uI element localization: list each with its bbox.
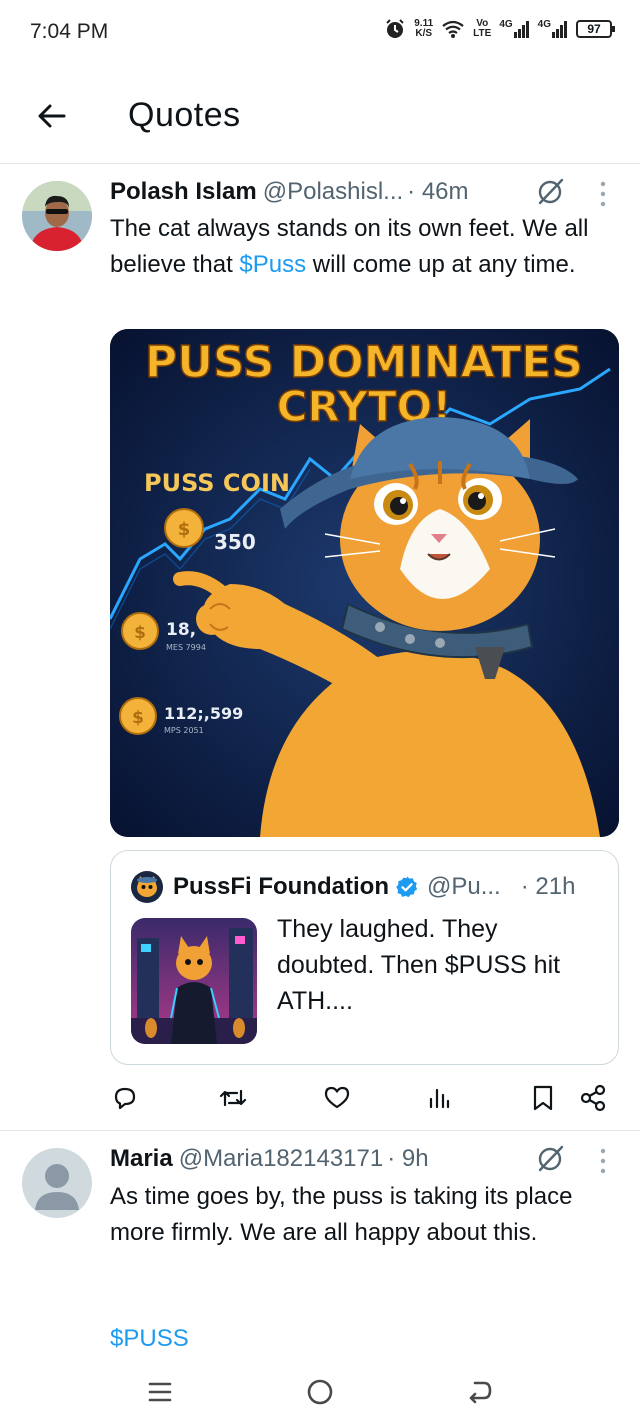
- tweet-text: As time goes by, the puss is taking its …: [110, 1183, 573, 1246]
- tweet-header: Polash Islam @Polashisl... · 46m: [110, 178, 469, 206]
- recent-apps-button[interactable]: [140, 1372, 180, 1412]
- meme-image: PUSS DOMINATES CRYTO! PUSS COIN $ 350 $ …: [110, 329, 619, 837]
- tweet-timestamp[interactable]: · 9h: [387, 1145, 428, 1173]
- reply-button[interactable]: [110, 1080, 140, 1116]
- home-button[interactable]: [300, 1372, 340, 1412]
- author-name[interactable]: Polash Islam: [110, 178, 257, 206]
- alarm-icon: [386, 19, 404, 38]
- back-arrow-icon: [38, 104, 66, 128]
- views-icon: [429, 1088, 450, 1109]
- home-icon: [307, 1379, 333, 1405]
- net-speed: 9.11 K/S: [414, 18, 434, 39]
- status-icons: 9.11 K/S Vo LTE 4G 4G 97: [384, 18, 615, 40]
- quoted-avatar[interactable]: [131, 871, 163, 903]
- back-nav-button[interactable]: [460, 1372, 500, 1412]
- author-name[interactable]: Maria: [110, 1145, 173, 1173]
- retweet-button[interactable]: [218, 1080, 248, 1116]
- verified-icon: [396, 876, 418, 898]
- back-button[interactable]: [32, 96, 72, 136]
- like-icon: [324, 1086, 350, 1109]
- sim1-signal: 4G: [499, 20, 529, 38]
- status-bar: 7:04 PM 9.11 K/S Vo LTE 4G 4G 97: [0, 0, 640, 64]
- bookmark-icon: [533, 1085, 553, 1111]
- svg-text:$: $: [132, 708, 144, 728]
- volte-indicator: Vo LTE: [473, 18, 492, 39]
- tweet-media-image[interactable]: PUSS DOMINATES CRYTO! PUSS COIN $ 350 $ …: [110, 329, 619, 837]
- tweet-actions: [110, 1080, 620, 1116]
- svg-text:$: $: [178, 519, 191, 540]
- more-icon[interactable]: [598, 1146, 608, 1176]
- value-c-sub: MPS 2051: [164, 726, 204, 735]
- grok-icon[interactable]: [535, 177, 565, 207]
- tweet-text: The cat always stands on its own feet. W…: [110, 215, 589, 278]
- wifi-icon: [442, 20, 464, 38]
- sim2-signal: 4G: [538, 20, 568, 38]
- cashtag-link[interactable]: $Puss: [239, 251, 306, 278]
- default-avatar-icon: [22, 1148, 92, 1218]
- headline-line1: PUSS DOMINATES: [145, 337, 583, 388]
- quoted-avatar-image: [131, 871, 163, 903]
- signal-icon: [513, 21, 529, 38]
- bookmark-button[interactable]: [528, 1080, 558, 1116]
- share-icon: [580, 1084, 606, 1112]
- quoted-tweet-header: PussFi Foundation @Pu... · 21h: [131, 871, 575, 903]
- svg-text:$: $: [134, 623, 146, 643]
- more-icon[interactable]: [598, 179, 608, 209]
- like-button[interactable]: [322, 1080, 352, 1116]
- author-handle[interactable]: @Maria182143171: [179, 1145, 384, 1173]
- status-time: 7:04 PM: [30, 20, 109, 43]
- battery-icon: 97: [576, 20, 615, 38]
- tweet[interactable]: Maria @Maria182143171 · 9h As time goes …: [0, 1131, 640, 1362]
- reply-icon: [114, 1087, 136, 1110]
- quoted-author-name[interactable]: PussFi Foundation: [173, 873, 389, 901]
- quoted-media-thumbnail[interactable]: [131, 918, 257, 1044]
- quoted-thumbnail-image: [131, 918, 257, 1044]
- system-nav-bar: [0, 1362, 640, 1422]
- quoted-tweet-text: They laughed. They doubted. Then $PUSS h…: [277, 915, 561, 1015]
- views-button[interactable]: [424, 1080, 454, 1116]
- quoted-author-handle[interactable]: @Pu...: [427, 873, 501, 901]
- share-button[interactable]: [578, 1080, 608, 1116]
- quoted-timestamp[interactable]: · 21h: [521, 873, 576, 901]
- value-b: 18,: [166, 620, 196, 640]
- avatar[interactable]: [22, 181, 92, 251]
- author-handle[interactable]: @Polashisl...: [263, 178, 403, 206]
- cashtag-link[interactable]: $PUSS: [110, 1321, 620, 1357]
- page-title: Quotes: [128, 96, 241, 134]
- grok-icon[interactable]: [535, 1144, 565, 1174]
- quoted-tweet[interactable]: PussFi Foundation @Pu... · 21h They laug…: [110, 850, 619, 1065]
- recent-apps-icon: [148, 1382, 172, 1402]
- value-c: 112;,599: [164, 704, 243, 723]
- signal-icon: [552, 21, 567, 38]
- tweet-timestamp[interactable]: · 46m: [407, 178, 468, 206]
- value-a: 350: [214, 530, 256, 554]
- avatar[interactable]: [22, 1148, 92, 1218]
- tweet-header: Maria @Maria182143171 · 9h: [110, 1145, 429, 1173]
- top-app-bar: Quotes: [0, 64, 640, 164]
- retweet-icon: [219, 1089, 247, 1107]
- value-b-sub: MES 7994: [166, 643, 206, 652]
- back-nav-icon: [469, 1381, 492, 1404]
- coin-label: PUSS COIN: [144, 469, 290, 497]
- avatar-image: [22, 181, 92, 251]
